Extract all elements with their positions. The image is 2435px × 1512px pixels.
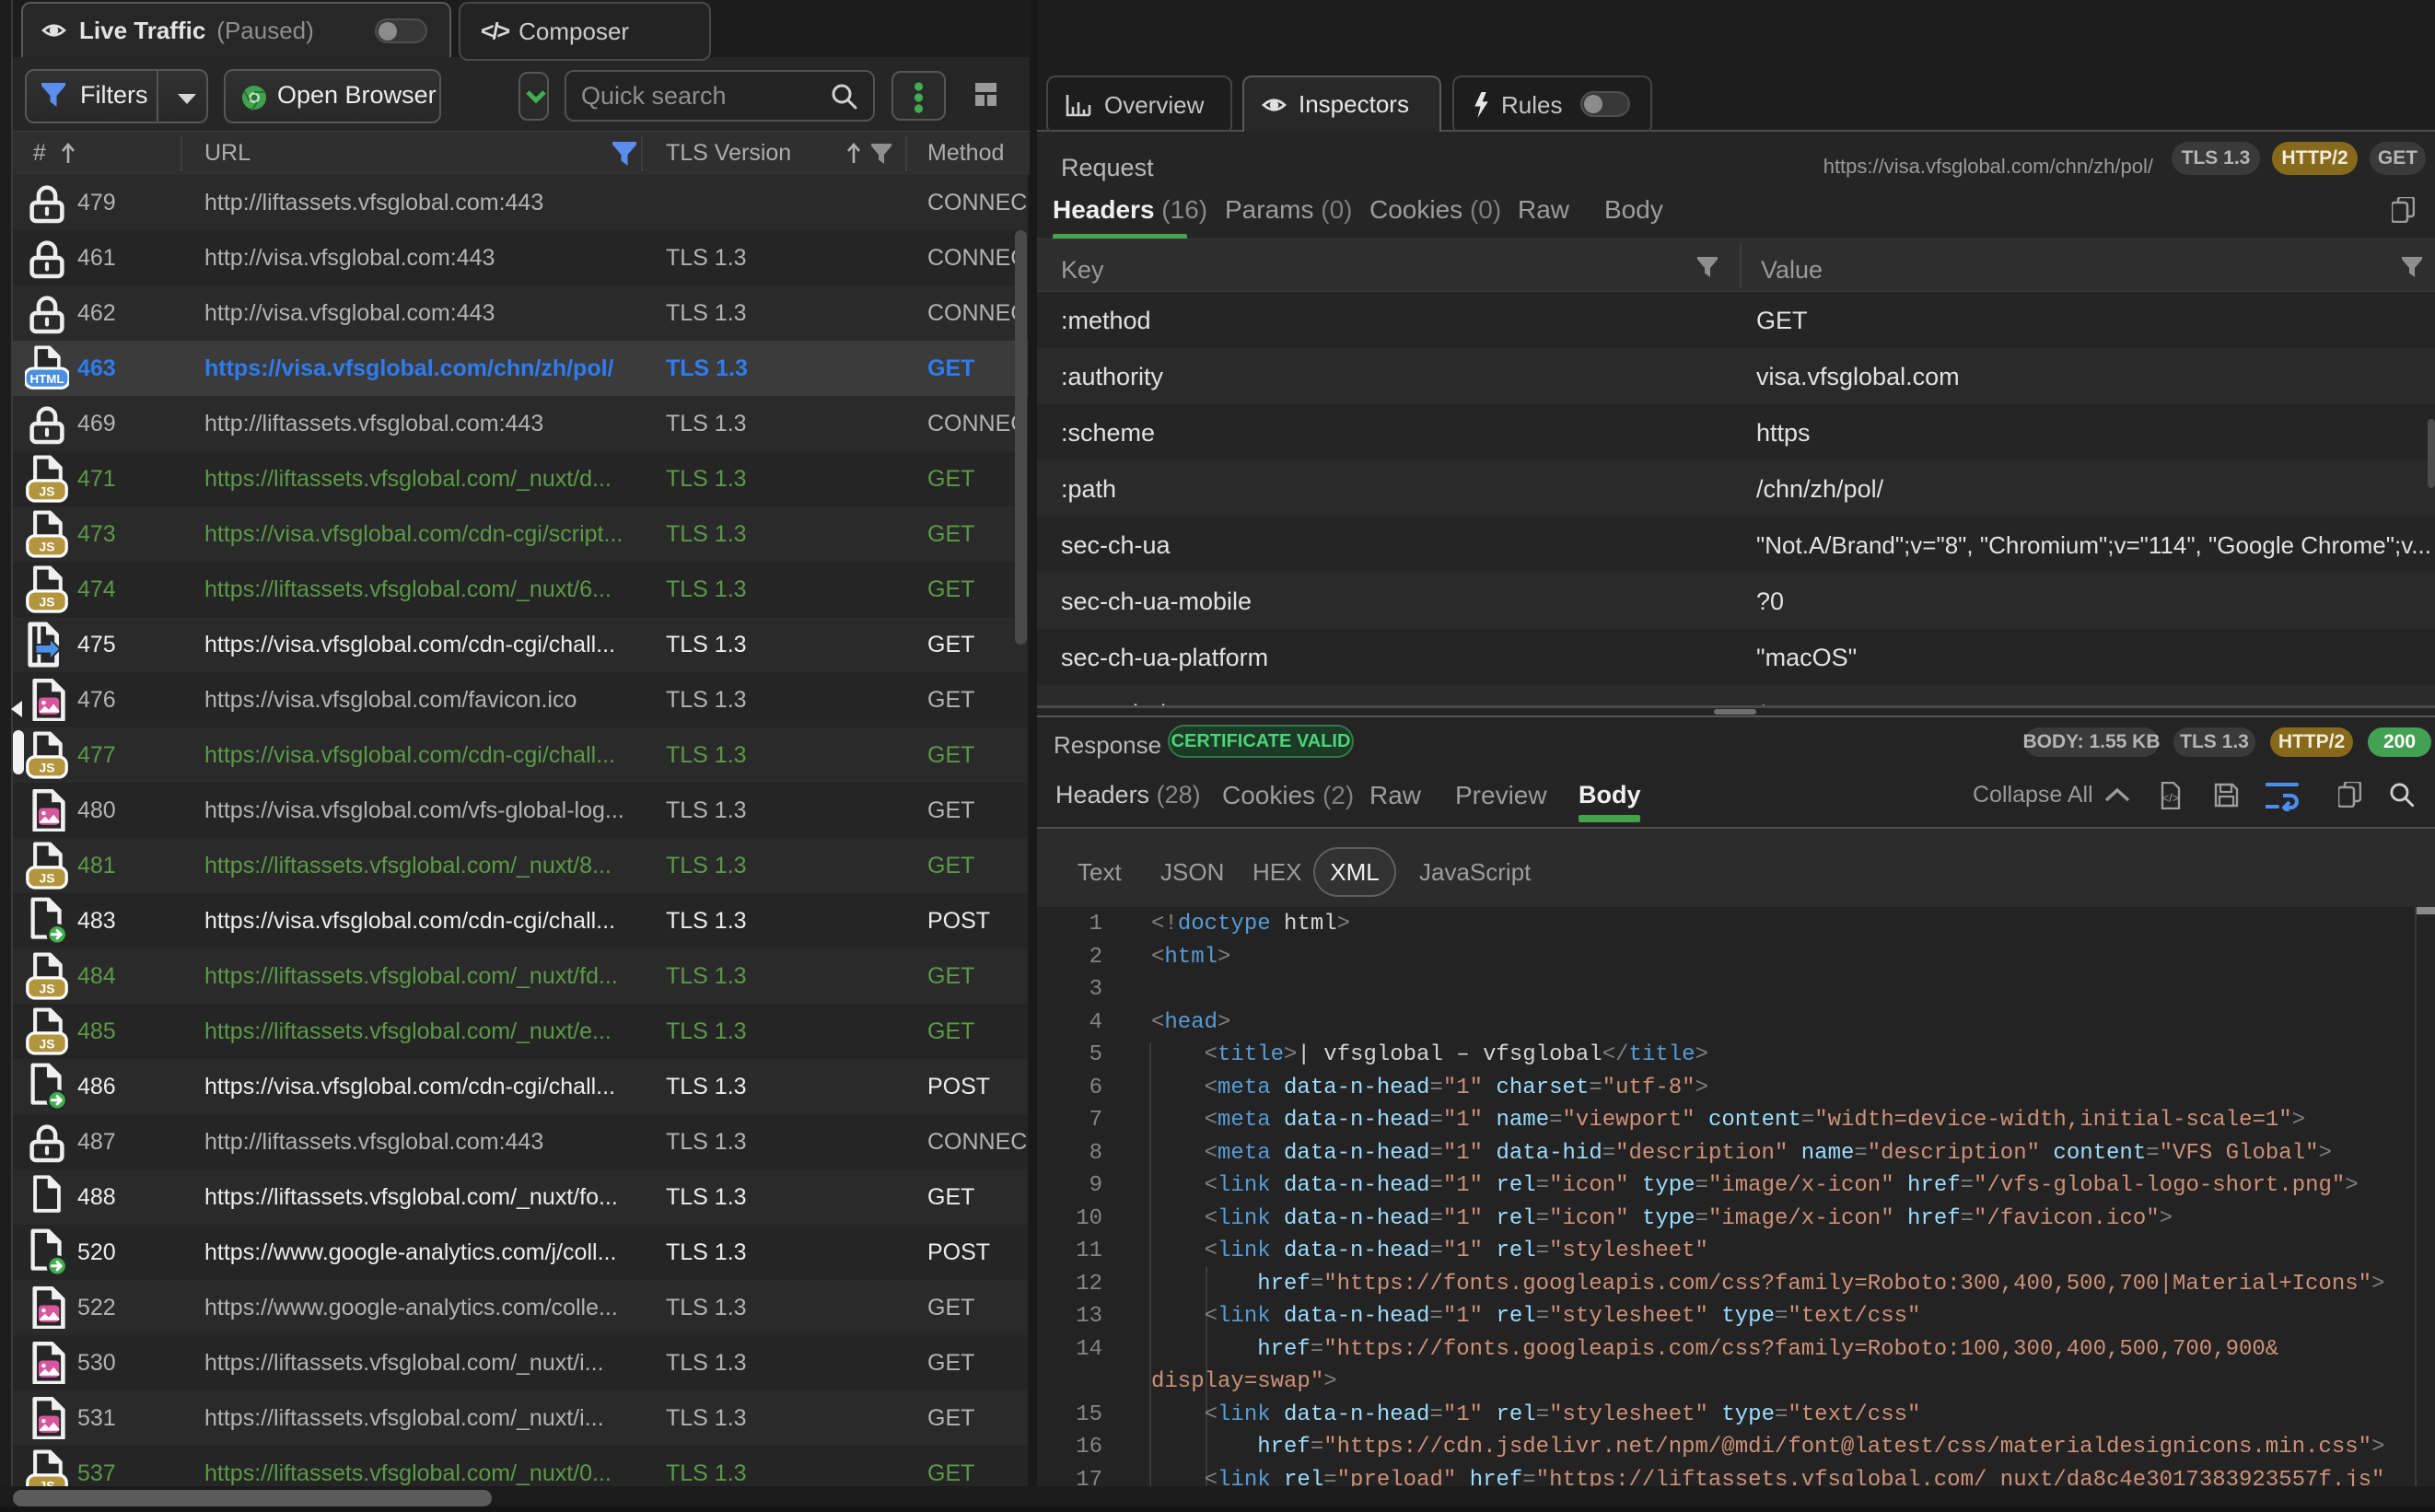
svg-text:</>: </> bbox=[2162, 791, 2180, 805]
